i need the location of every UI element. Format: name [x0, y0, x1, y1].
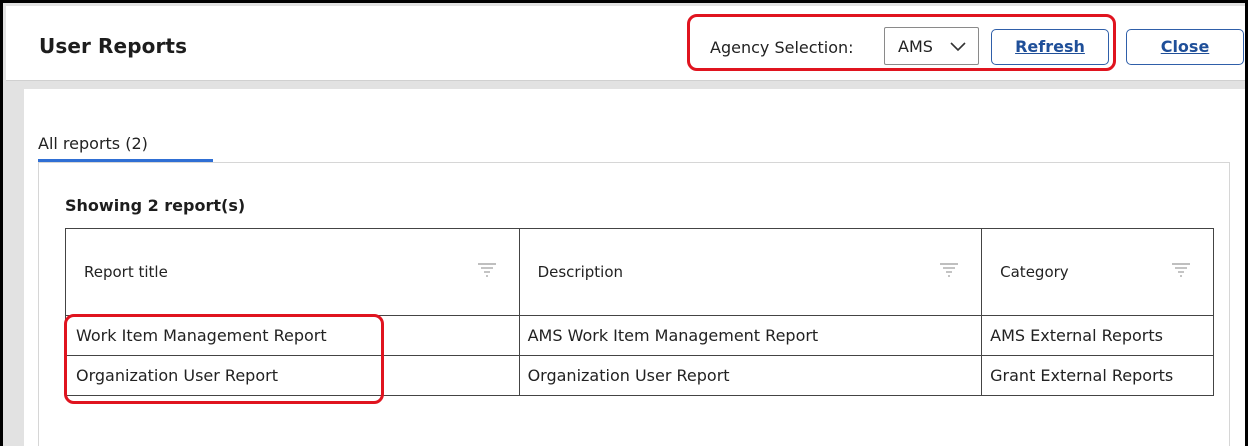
report-count-label: Showing 2 report(s): [65, 196, 246, 215]
chevron-down-icon: [950, 42, 966, 52]
reports-panel: Showing 2 report(s) Report title Descrip…: [38, 162, 1230, 446]
column-header-description[interactable]: Description: [518, 228, 983, 316]
column-header-report-title[interactable]: Report title: [65, 228, 520, 316]
table-header-row: Report title Description Category: [65, 228, 1214, 316]
tab-all-reports[interactable]: All reports (2): [38, 134, 148, 153]
filter-icon[interactable]: [477, 262, 497, 278]
page-title: User Reports: [39, 34, 188, 58]
report-category-cell: AMS External Reports: [981, 315, 1214, 356]
agency-selection-label: Agency Selection:: [710, 38, 854, 57]
table-row[interactable]: Organization User Report Organization Us…: [65, 355, 1214, 396]
report-category-cell: Grant External Reports: [981, 355, 1214, 396]
reports-content: All reports (2) Showing 2 report(s) Repo…: [24, 89, 1245, 446]
refresh-button[interactable]: Refresh: [991, 29, 1109, 65]
column-header-category[interactable]: Category: [981, 228, 1214, 316]
column-header-label: Category: [1000, 263, 1069, 281]
report-description-cell: Organization User Report: [518, 355, 983, 396]
filter-icon[interactable]: [1171, 262, 1191, 278]
agency-select[interactable]: AMS: [884, 27, 979, 65]
close-button[interactable]: Close: [1126, 29, 1244, 65]
agency-select-value: AMS: [898, 37, 933, 56]
page-header: User Reports Agency Selection: AMS Refre…: [6, 6, 1245, 81]
reports-table: Report title Description Category Work I…: [65, 228, 1214, 396]
report-title-cell[interactable]: Work Item Management Report: [65, 315, 520, 356]
column-header-label: Report title: [84, 263, 168, 281]
report-title-cell[interactable]: Organization User Report: [65, 355, 520, 396]
report-description-cell: AMS Work Item Management Report: [518, 315, 983, 356]
filter-icon[interactable]: [939, 262, 959, 278]
app-frame: User Reports Agency Selection: AMS Refre…: [0, 0, 1248, 446]
table-row[interactable]: Work Item Management Report AMS Work Ite…: [65, 315, 1214, 356]
column-header-label: Description: [537, 263, 624, 281]
